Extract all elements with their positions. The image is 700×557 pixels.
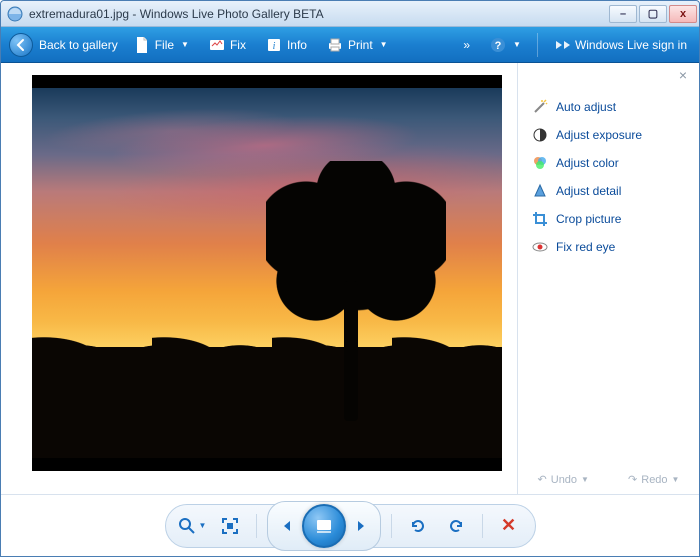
photo-image[interactable] — [32, 88, 502, 458]
chevron-down-icon: ▼ — [380, 40, 388, 49]
close-button[interactable]: x — [669, 5, 697, 23]
photo-frame — [32, 75, 502, 471]
rotate-ccw-icon — [409, 517, 427, 535]
redeye-icon — [532, 239, 548, 255]
slideshow-icon — [314, 516, 334, 536]
chevron-down-icon: ▼ — [199, 521, 207, 530]
undo-redo-bar: ↶ Undo ▼ ↷ Redo ▼ — [518, 473, 699, 486]
info-icon: i — [266, 37, 282, 53]
wand-icon — [532, 99, 548, 115]
bottom-controls: ▼ ✕ — [1, 494, 699, 556]
fix-panel: × Auto adjust Adjust exposure Adjust col… — [517, 63, 699, 494]
undo-button[interactable]: ↶ Undo ▼ — [538, 473, 589, 486]
fix-item-label: Adjust exposure — [556, 128, 642, 142]
crop-icon — [532, 211, 548, 227]
window: extremadura01.jpg - Windows Live Photo G… — [0, 0, 700, 557]
maximize-button[interactable]: ▢ — [639, 5, 667, 23]
zoom-button[interactable]: ▼ — [176, 510, 208, 542]
chevron-down-icon: ▼ — [581, 475, 589, 484]
rotate-right-button[interactable] — [440, 510, 472, 542]
prev-icon — [278, 518, 294, 534]
separator — [391, 514, 392, 538]
adjust-color-option[interactable]: Adjust color — [524, 149, 693, 177]
slideshow-button[interactable] — [302, 504, 346, 548]
fit-icon — [221, 517, 239, 535]
separator — [256, 514, 257, 538]
color-icon — [532, 155, 548, 171]
content-area: × Auto adjust Adjust exposure Adjust col… — [1, 63, 699, 494]
window-title: extremadura01.jpg - Windows Live Photo G… — [29, 7, 607, 21]
titlebar: extremadura01.jpg - Windows Live Photo G… — [1, 1, 699, 27]
toolbar: Back to gallery File▼ Fix i Info Print▼ … — [1, 27, 699, 63]
adjust-detail-option[interactable]: Adjust detail — [524, 177, 693, 205]
print-icon — [327, 37, 343, 53]
next-icon — [354, 518, 370, 534]
fix-options-list: Auto adjust Adjust exposure Adjust color… — [524, 93, 693, 261]
photo-viewport — [1, 63, 517, 494]
separator — [537, 33, 538, 57]
fix-item-label: Adjust color — [556, 156, 619, 170]
fix-red-eye-option[interactable]: Fix red eye — [524, 233, 693, 261]
fix-icon — [209, 37, 225, 53]
sharpen-icon — [532, 183, 548, 199]
help-icon: ? — [490, 37, 506, 53]
minimize-button[interactable]: – — [609, 5, 637, 23]
rotate-left-button[interactable] — [402, 510, 434, 542]
fix-item-label: Auto adjust — [556, 100, 616, 114]
svg-text:i: i — [273, 41, 276, 52]
delete-button[interactable]: ✕ — [493, 510, 525, 542]
help-menu[interactable]: ? ▼ — [486, 35, 525, 55]
back-arrow-icon — [9, 33, 33, 57]
adjust-exposure-option[interactable]: Adjust exposure — [524, 121, 693, 149]
file-icon — [134, 37, 150, 53]
svg-text:?: ? — [495, 40, 502, 52]
overflow-button[interactable]: » — [459, 36, 474, 54]
print-menu[interactable]: Print▼ — [323, 35, 392, 55]
crop-picture-option[interactable]: Crop picture — [524, 205, 693, 233]
magnifier-icon — [177, 516, 197, 536]
auto-adjust-option[interactable]: Auto adjust — [524, 93, 693, 121]
fit-to-window-button[interactable] — [214, 510, 246, 542]
previous-button[interactable] — [270, 510, 302, 542]
rotate-cw-icon — [447, 517, 465, 535]
signin-icon — [554, 37, 570, 53]
chevron-down-icon: ▼ — [672, 475, 680, 484]
chevron-down-icon: ▼ — [513, 40, 521, 49]
back-to-gallery-button[interactable]: Back to gallery — [9, 33, 118, 57]
fix-item-label: Adjust detail — [556, 184, 621, 198]
info-button[interactable]: i Info — [262, 35, 311, 55]
back-label: Back to gallery — [39, 38, 118, 52]
redo-icon: ↷ — [628, 473, 637, 486]
fix-item-label: Crop picture — [556, 212, 621, 226]
file-menu[interactable]: File▼ — [130, 35, 193, 55]
playback-controls: ▼ ✕ — [165, 504, 536, 548]
contrast-icon — [532, 127, 548, 143]
redo-button[interactable]: ↷ Redo ▼ — [628, 473, 679, 486]
separator — [482, 514, 483, 538]
sign-in-button[interactable]: Windows Live sign in — [550, 35, 691, 55]
fix-item-label: Fix red eye — [556, 240, 615, 254]
fix-button[interactable]: Fix — [205, 35, 250, 55]
close-panel-button[interactable]: × — [675, 67, 691, 83]
window-controls: – ▢ x — [607, 5, 697, 23]
delete-icon: ✕ — [501, 515, 516, 536]
undo-icon: ↶ — [538, 473, 547, 486]
next-button[interactable] — [346, 510, 378, 542]
chevron-down-icon: ▼ — [181, 40, 189, 49]
chevron-double-right-icon: » — [463, 38, 470, 52]
app-icon — [7, 6, 23, 22]
